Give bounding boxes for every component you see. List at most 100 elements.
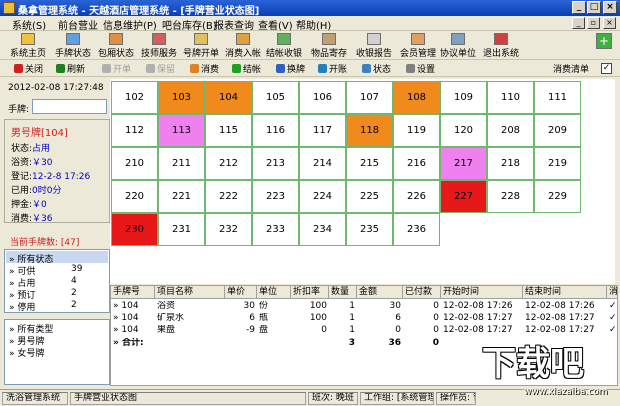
table-cell[interactable]: ✓ (609, 313, 617, 324)
room-cell[interactable]: 222 (205, 180, 252, 213)
room-cell[interactable]: 113 (158, 114, 205, 147)
open-action[interactable]: 开单 (102, 62, 131, 75)
room-cell[interactable]: 213 (252, 147, 299, 180)
close-window-button[interactable]: × (603, 1, 617, 14)
consume-entry-button[interactable]: 消费入帐 (222, 33, 264, 59)
technician-button[interactable]: 技师服务 (138, 33, 180, 59)
menu-bar-inventory[interactable]: 吧台库存(B) (162, 17, 217, 32)
room-cell[interactable]: 208 (487, 114, 534, 147)
mdi-minimize-button[interactable]: _ (572, 17, 585, 29)
col-header-end[interactable]: 结束时间 (523, 286, 607, 299)
room-cell[interactable]: 108 (393, 81, 440, 114)
menu-reports[interactable]: 报表查询 (214, 17, 254, 32)
checkout-action[interactable]: 结帐 (232, 62, 261, 75)
status-action[interactable]: 状态 (362, 62, 391, 75)
room-cell[interactable]: 119 (393, 114, 440, 147)
refresh-action[interactable]: 刷新 (56, 62, 85, 75)
close-action[interactable]: 关闭 (14, 62, 43, 75)
room-cell[interactable]: 107 (346, 81, 393, 114)
col-header-discount[interactable]: 折扣率 (291, 286, 329, 299)
room-cell[interactable]: 233 (252, 213, 299, 246)
col-header-plate[interactable]: 手牌号 (111, 286, 155, 299)
room-cell[interactable]: 226 (393, 180, 440, 213)
room-cell[interactable]: 105 (252, 81, 299, 114)
mdi-close-button[interactable]: × (603, 17, 616, 29)
partner-button[interactable]: 协议单位 (438, 33, 478, 59)
room-cell[interactable]: 120 (440, 114, 487, 147)
open-account-action[interactable]: 开账 (318, 62, 347, 75)
col-header-amount[interactable]: 金额 (357, 286, 403, 299)
room-cell[interactable]: 111 (534, 81, 581, 114)
room-cell[interactable]: 231 (158, 213, 205, 246)
plate-input[interactable] (32, 99, 107, 114)
menu-front-desk[interactable]: 前台营业 (58, 17, 98, 32)
home-button[interactable]: 系统主页 (8, 33, 48, 59)
room-cell[interactable]: 211 (158, 147, 205, 180)
open-order-button[interactable]: 号牌开单 (182, 33, 220, 59)
exit-system-button[interactable]: 退出系统 (480, 33, 522, 59)
room-cell[interactable]: 220 (111, 180, 158, 213)
room-status-button[interactable]: 包厢状态 (96, 33, 136, 59)
table-cell[interactable]: ✓ (609, 325, 617, 336)
room-cell[interactable]: 110 (487, 81, 534, 114)
col-header-consume[interactable]: 消 (607, 286, 617, 299)
room-cell[interactable]: 227 (440, 180, 487, 213)
room-cell[interactable]: 102 (111, 81, 158, 114)
room-cell[interactable]: 112 (111, 114, 158, 147)
add-button[interactable]: + (595, 33, 613, 59)
checkout-button[interactable]: 结帐收银 (264, 33, 304, 59)
col-header-start[interactable]: 开始时间 (441, 286, 523, 299)
menu-system[interactable]: 系统(S) (12, 17, 46, 32)
col-header-paid[interactable]: 已付款 (403, 286, 441, 299)
consume-list-checkbox[interactable]: ✓ (601, 63, 612, 74)
room-cell[interactable]: 217 (440, 147, 487, 180)
room-cell[interactable]: 230 (111, 213, 158, 246)
room-cell[interactable]: 221 (158, 180, 205, 213)
tree-item-female-plate[interactable]: » 女号牌 (9, 346, 44, 359)
room-cell[interactable]: 214 (299, 147, 346, 180)
room-cell[interactable]: 115 (205, 114, 252, 147)
keep-action[interactable]: 保留 (146, 62, 175, 75)
menu-view[interactable]: 查看(V) (258, 17, 293, 32)
col-header-unit[interactable]: 单位 (257, 286, 291, 299)
room-cell[interactable]: 229 (534, 180, 581, 213)
room-cell[interactable]: 216 (393, 147, 440, 180)
room-cell[interactable]: 118 (346, 114, 393, 147)
room-cell[interactable]: 215 (346, 147, 393, 180)
member-button[interactable]: 会员管理 (398, 33, 438, 59)
room-cell[interactable]: 218 (487, 147, 534, 180)
tree-item-disabled[interactable]: » 停用 (9, 300, 35, 313)
room-cell[interactable]: 104 (205, 81, 252, 114)
mdi-restore-button[interactable]: ▫ (587, 17, 600, 29)
room-cell[interactable]: 219 (534, 147, 581, 180)
room-cell[interactable]: 223 (252, 180, 299, 213)
room-cell[interactable]: 236 (393, 213, 440, 246)
room-cell[interactable]: 224 (299, 180, 346, 213)
room-cell[interactable]: 225 (346, 180, 393, 213)
room-cell[interactable]: 103 (158, 81, 205, 114)
col-header-price[interactable]: 单价 (225, 286, 257, 299)
room-cell[interactable]: 228 (487, 180, 534, 213)
minimize-button[interactable]: _ (572, 1, 586, 14)
menu-info-maintenance[interactable]: 信息维护(P) (103, 17, 157, 32)
room-cell[interactable]: 109 (440, 81, 487, 114)
room-cell[interactable]: 212 (205, 147, 252, 180)
maximize-button[interactable]: □ (587, 1, 601, 14)
storage-button[interactable]: 物品寄存 (308, 33, 350, 59)
col-header-item[interactable]: 项目名称 (155, 286, 225, 299)
plate-status-button[interactable]: 手牌状态 (52, 33, 94, 59)
cash-report-button[interactable]: 收银报告 (352, 33, 396, 59)
room-cell[interactable]: 106 (299, 81, 346, 114)
room-cell[interactable]: 117 (299, 114, 346, 147)
room-cell[interactable]: 116 (252, 114, 299, 147)
col-header-qty[interactable]: 数量 (329, 286, 357, 299)
consume-action[interactable]: 消费 (190, 62, 219, 75)
room-cell[interactable]: 235 (346, 213, 393, 246)
menu-help[interactable]: 帮助(H) (296, 17, 331, 32)
room-cell[interactable]: 210 (111, 147, 158, 180)
room-cell[interactable]: 232 (205, 213, 252, 246)
table-cell[interactable]: ✓ (609, 301, 617, 312)
settings-action[interactable]: 设置 (406, 62, 435, 75)
swap-plate-action[interactable]: 换牌 (276, 62, 305, 75)
room-cell[interactable]: 234 (299, 213, 346, 246)
